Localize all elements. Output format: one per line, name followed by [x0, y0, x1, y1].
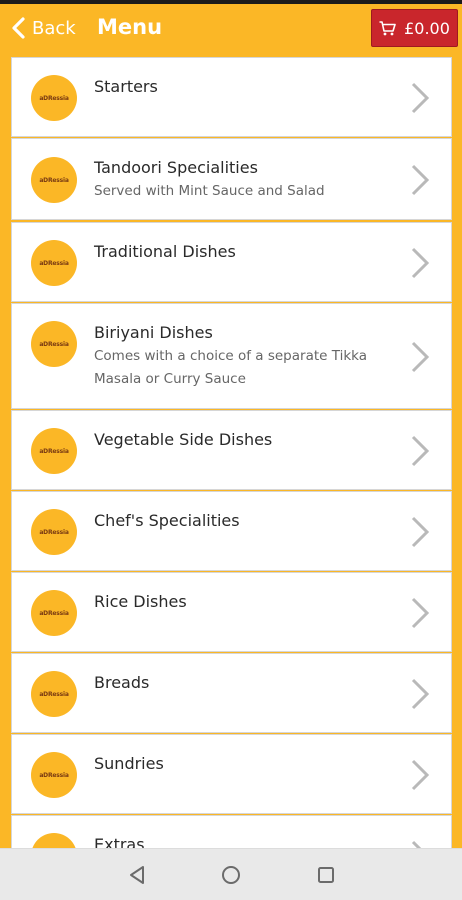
restaurant-logo: aDRessia	[31, 240, 77, 286]
app-header: Back Menu £0.00	[0, 4, 462, 52]
restaurant-logo: aDRessia	[31, 833, 77, 848]
home-circle-icon[interactable]	[219, 863, 243, 887]
restaurant-logo: aDRessia	[31, 671, 77, 717]
cart-icon	[379, 20, 396, 35]
chevron-left-icon	[12, 17, 25, 39]
menu-item-title: Sundries	[94, 754, 164, 773]
menu-item-description: Comes with a choice of a separate Tikka …	[94, 348, 367, 387]
restaurant-logo: aDRessia	[31, 75, 77, 121]
chevron-right-icon	[411, 435, 430, 467]
menu-item-title: Starters	[94, 77, 158, 96]
restaurant-logo: aDRessia	[31, 321, 77, 367]
logo-text: aDRessia	[39, 176, 69, 184]
menu-item-title: Tandoori Specialities	[94, 158, 258, 177]
restaurant-logo: aDRessia	[31, 590, 77, 636]
back-label: Back	[32, 17, 76, 39]
menu-item-title: Chef's Specialities	[94, 511, 240, 530]
logo-text: aDRessia	[39, 771, 69, 779]
system-navigation-bar	[0, 848, 462, 900]
chevron-right-icon	[411, 341, 430, 373]
menu-item-title: Vegetable Side Dishes	[94, 430, 273, 449]
menu-item-description: Served with Mint Sauce and Salad	[94, 183, 325, 199]
restaurant-logo: aDRessia	[31, 157, 77, 203]
menu-item-title: Breads	[94, 673, 150, 692]
chevron-right-icon	[411, 247, 430, 279]
logo-text: aDRessia	[39, 609, 69, 617]
menu-item-title: Biriyani Dishes	[94, 323, 213, 342]
chevron-right-icon	[411, 759, 430, 791]
logo-text: aDRessia	[39, 528, 69, 536]
restaurant-logo: aDRessia	[31, 509, 77, 555]
menu-item-breads[interactable]: aDRessia Breads	[11, 653, 452, 733]
back-button[interactable]: Back	[10, 13, 76, 43]
logo-text: aDRessia	[39, 259, 69, 267]
restaurant-logo: aDRessia	[31, 428, 77, 474]
menu-item-vegetable-side-dishes[interactable]: aDRessia Vegetable Side Dishes	[11, 410, 452, 490]
menu-item-title: Rice Dishes	[94, 592, 187, 611]
logo-text: aDRessia	[39, 94, 69, 102]
cart-total: £0.00	[404, 18, 450, 38]
restaurant-logo: aDRessia	[31, 752, 77, 798]
menu-item-tandoori-specialities[interactable]: aDRessia Tandoori Specialities Served wi…	[11, 138, 452, 220]
menu-item-biriyani-dishes[interactable]: aDRessia Biriyani Dishes Comes with a ch…	[11, 303, 452, 409]
logo-text: aDRessia	[39, 690, 69, 698]
menu-list: aDRessia Starters aDRessia Tandoori Spec…	[0, 52, 462, 848]
logo-text: aDRessia	[39, 340, 69, 348]
cart-button[interactable]: £0.00	[371, 9, 458, 47]
menu-item-sundries[interactable]: aDRessia Sundries	[11, 734, 452, 814]
menu-item-title: Traditional Dishes	[94, 242, 236, 261]
page-title: Menu	[97, 15, 163, 39]
chevron-right-icon	[411, 597, 430, 629]
chevron-right-icon	[411, 516, 430, 548]
menu-item-starters[interactable]: aDRessia Starters	[11, 57, 452, 137]
chevron-right-icon	[411, 678, 430, 710]
back-triangle-icon[interactable]	[125, 863, 149, 887]
menu-item-rice-dishes[interactable]: aDRessia Rice Dishes	[11, 572, 452, 652]
chevron-right-icon	[411, 840, 422, 848]
menu-item-title: Extras	[94, 835, 145, 848]
menu-item-extras[interactable]: aDRessia Extras	[11, 815, 452, 848]
menu-item-chefs-specialities[interactable]: aDRessia Chef's Specialities	[11, 491, 452, 571]
recents-square-icon[interactable]	[314, 863, 338, 887]
chevron-right-icon	[411, 164, 430, 196]
logo-text: aDRessia	[39, 447, 69, 455]
chevron-right-icon	[411, 82, 430, 114]
menu-item-traditional-dishes[interactable]: aDRessia Traditional Dishes	[11, 222, 452, 302]
